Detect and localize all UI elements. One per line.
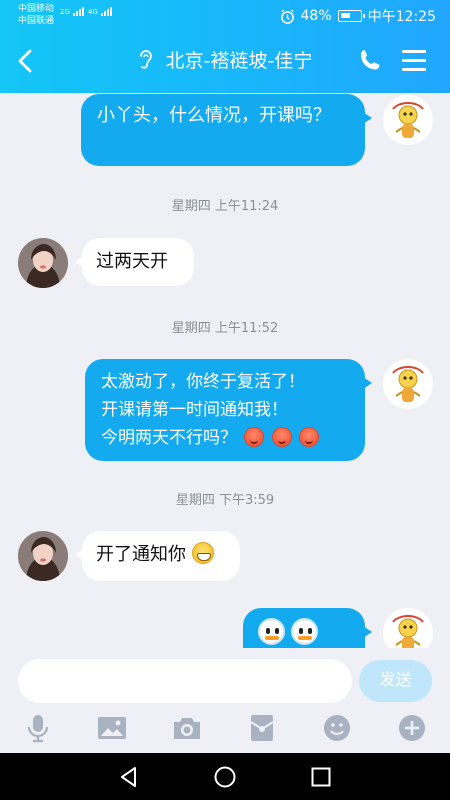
phone-icon — [361, 50, 380, 70]
red-packet-icon — [250, 715, 274, 741]
carrier-2: 中国联通 — [18, 16, 55, 26]
camera-button[interactable] — [170, 712, 204, 744]
input-toolbar — [0, 712, 450, 744]
emoji-button[interactable] — [320, 712, 354, 744]
image-icon — [98, 717, 126, 739]
status-right: 48% 中午12:25 — [280, 6, 436, 26]
input-bar: 发送 — [0, 648, 450, 753]
clock: 中午12:25 — [367, 9, 436, 25]
friend-avatar[interactable] — [18, 238, 68, 288]
chat-title[interactable]: 北京-褡裢坡-佳宁 — [166, 50, 313, 72]
status-bar: 中国移动 中国联通 2G 4G 48% 中午12:25 — [0, 0, 450, 30]
timestamp: 星期四 上午11:52 — [171, 321, 279, 336]
signal-2-icon: 4G — [88, 7, 112, 16]
carrier-1: 中国移动 — [18, 4, 55, 14]
battery-icon — [337, 10, 365, 22]
angry-face-emoji-icon — [299, 427, 320, 447]
nav-home-button[interactable] — [213, 765, 237, 789]
ear-icon — [139, 50, 152, 69]
voice-button[interactable] — [21, 712, 55, 744]
microphone-icon — [27, 715, 49, 743]
grinning-face-emoji-icon — [191, 542, 214, 564]
message-line-with-emoji: 今明两天不行吗？ — [101, 424, 351, 452]
penguin-emoji-icon — [291, 618, 318, 645]
message-text: 过两天开 — [96, 251, 168, 272]
message-bubble-out[interactable]: 小丫头，什么情况，开课吗？ — [81, 94, 372, 166]
cartoon-avatar-icon — [383, 608, 433, 648]
network-2-label: 4G — [88, 8, 98, 16]
alarm-icon — [280, 8, 294, 24]
message-bubble-in[interactable]: 开了通知你 — [75, 531, 240, 581]
red-packet-button[interactable] — [245, 712, 279, 744]
my-avatar[interactable] — [383, 608, 433, 648]
message-text: 开了通知你 — [96, 544, 186, 565]
send-button[interactable]: 发送 — [359, 660, 432, 702]
message-bubble-out[interactable] — [243, 608, 372, 648]
nav-back-button[interactable] — [117, 765, 141, 789]
penguin-emoji-icon — [258, 618, 285, 645]
message-text: 小丫头，什么情况，开课吗？ — [97, 105, 331, 126]
signal-1-icon: 2G — [60, 7, 84, 16]
chat-title-area: 北京-褡裢坡-佳宁 — [0, 48, 450, 74]
plus-icon — [399, 715, 425, 741]
home-circle-icon — [214, 766, 236, 788]
message-line: 开课请第一时间通知我！ — [101, 400, 288, 420]
network-1-label: 2G — [60, 8, 70, 16]
nav-recents-button[interactable] — [309, 765, 333, 789]
carrier-info: 中国移动 中国联通 — [18, 3, 54, 27]
more-button[interactable] — [395, 712, 429, 744]
friend-photo-icon — [18, 531, 68, 581]
emoji-icon — [324, 715, 350, 741]
cartoon-avatar-icon — [383, 95, 433, 145]
camera-icon — [174, 718, 200, 739]
menu-button[interactable] — [402, 50, 426, 72]
message-bubble-out[interactable]: 太激动了，你终于复活了！ 开课请第一时间通知我！ 今明两天不行吗？ — [85, 359, 372, 461]
my-avatar[interactable] — [383, 359, 433, 409]
message-line: 今明两天不行吗？ — [101, 428, 237, 448]
back-triangle-icon — [121, 767, 136, 787]
call-button[interactable] — [358, 48, 382, 76]
timestamp: 星期四 上午11:24 — [171, 199, 279, 214]
angry-face-emoji-icon — [271, 427, 292, 447]
message-bubble-in[interactable]: 过两天开 — [75, 238, 194, 286]
system-nav-bar — [0, 753, 450, 800]
top-bar: 中国移动 中国联通 2G 4G 48% 中午12:25 北京-褡裢坡-佳宁 — [0, 0, 450, 93]
recents-square-icon — [311, 767, 331, 787]
angry-face-emoji-icon — [244, 427, 265, 447]
my-avatar[interactable] — [383, 95, 433, 145]
message-input[interactable] — [18, 659, 352, 703]
cartoon-avatar-icon — [383, 359, 433, 409]
battery-percent: 48% — [300, 8, 332, 24]
image-button[interactable] — [95, 712, 129, 744]
timestamp: 星期四 下午3:59 — [175, 493, 275, 508]
message-line: 太激动了，你终于复活了！ — [101, 372, 305, 392]
friend-avatar[interactable] — [18, 531, 68, 581]
chat-area[interactable]: 小丫头，什么情况，开课吗？ 星期四 上午11:24 过两天开 星期四 上午11:… — [0, 93, 450, 648]
friend-photo-icon — [18, 238, 68, 288]
